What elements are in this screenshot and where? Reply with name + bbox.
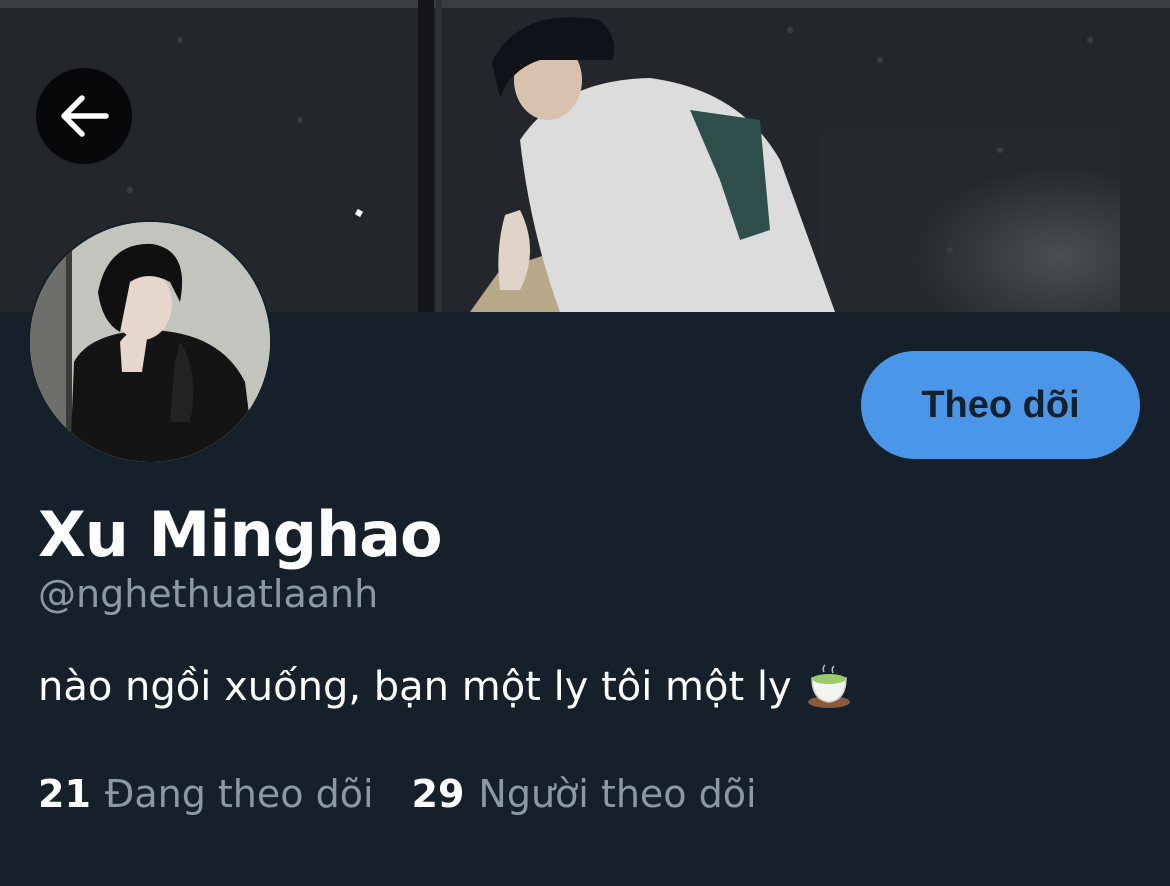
following-label: Đang theo dõi bbox=[104, 772, 374, 816]
profile-avatar-photo bbox=[30, 222, 270, 462]
user-handle: @nghethuatlaanh bbox=[38, 572, 379, 616]
avatar[interactable] bbox=[30, 222, 270, 462]
following-stat[interactable]: 21 Đang theo dõi bbox=[38, 772, 374, 816]
following-count: 21 bbox=[38, 772, 91, 816]
arrow-left-icon bbox=[61, 95, 109, 137]
profile-stats: 21 Đang theo dõi 29 Người theo dõi bbox=[38, 772, 757, 816]
bio: nào ngồi xuống, bạn một ly tôi một ly bbox=[38, 664, 852, 710]
avatar-ring bbox=[28, 220, 272, 464]
followers-label: Người theo dõi bbox=[478, 772, 757, 816]
follow-button[interactable]: Theo dõi bbox=[861, 351, 1140, 459]
tea-cup-icon bbox=[806, 664, 852, 710]
followers-stat[interactable]: 29 Người theo dõi bbox=[412, 772, 757, 816]
followers-count: 29 bbox=[411, 772, 465, 816]
back-button[interactable] bbox=[36, 68, 132, 164]
bio-text: nào ngồi xuống, bạn một ly tôi một ly bbox=[38, 664, 792, 710]
display-name: Xu Minghao bbox=[38, 498, 443, 571]
